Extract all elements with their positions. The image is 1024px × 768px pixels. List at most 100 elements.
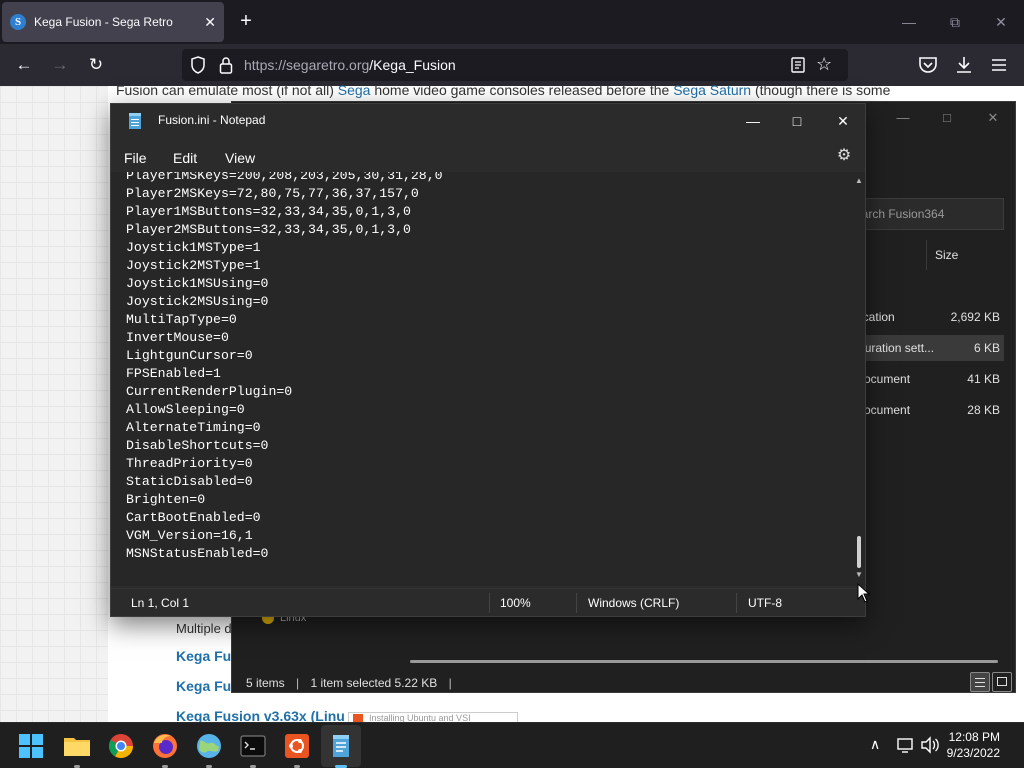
cursor-position: Ln 1, Col 1 [131, 596, 190, 610]
text-line: Brighten=0 [126, 492, 206, 507]
text-line: Joystick1MSUsing=0 [126, 276, 269, 291]
notepad-maximize-icon[interactable]: □ [777, 108, 817, 134]
status-separator: | [448, 676, 452, 690]
reader-view-icon[interactable] [790, 56, 806, 74]
file-row[interactable]: Text Document 41 KB [830, 366, 1004, 392]
notepad-minimize-icon[interactable]: — [733, 108, 773, 134]
notepad-title: Fusion.ini - Notepad [158, 113, 266, 127]
tiles-view-icon[interactable] [992, 672, 1012, 692]
scroll-up-arrow-icon[interactable]: ▲ [854, 176, 864, 185]
file-size: 2,692 KB [950, 310, 1000, 324]
clock-time: 12:08 PM [948, 730, 1000, 744]
firefox-icon[interactable] [150, 731, 180, 768]
browser-close-icon[interactable]: ✕ [986, 10, 1016, 34]
notepad-vertical-scrollbar[interactable]: ▲ ▼ [853, 172, 865, 586]
sega-link[interactable]: Sega [338, 82, 371, 98]
url-domain: https://segaretro.org [244, 57, 370, 73]
intro-paragraph: Fusion can emulate most (if not all) Seg… [116, 82, 890, 98]
details-view-icon[interactable] [970, 672, 990, 692]
file-row-selected[interactable]: Configuration sett... 6 KB [830, 335, 1004, 361]
notepad-app-icon [129, 113, 141, 129]
sega-retro-favicon-icon: S [10, 14, 26, 30]
notepad-status-bar: Ln 1, Col 1 100% Windows (CRLF) UTF-8 [111, 588, 865, 616]
column-header-size[interactable]: Size [926, 240, 1006, 270]
lock-icon[interactable] [218, 56, 234, 74]
download-link-2[interactable]: Kega Fu [176, 678, 231, 694]
bookmark-star-icon[interactable]: ☆ [816, 54, 832, 75]
tab-close-icon[interactable]: ✕ [204, 14, 216, 31]
ubuntu-icon[interactable] [282, 731, 312, 768]
explorer-maximize-icon[interactable]: □ [932, 106, 962, 130]
file-row[interactable]: Text Document 28 KB [830, 397, 1004, 423]
multiple-text: Multiple d [176, 621, 232, 636]
file-explorer-icon[interactable] [62, 731, 92, 768]
browser-nav-bar: ← → ↻ https://segaretro.org/Kega_Fusion … [0, 44, 1024, 86]
tracking-shield-icon[interactable] [190, 56, 206, 74]
intro-text-start: Fusion can emulate most (if not all) [116, 82, 338, 98]
maps-icon[interactable] [194, 731, 224, 768]
terminal-icon[interactable] [238, 731, 268, 768]
hamburger-menu-icon[interactable] [990, 56, 1008, 74]
text-line: StaticDisabled=0 [126, 474, 253, 489]
chrome-icon[interactable] [106, 731, 136, 761]
file-size: 41 KB [967, 372, 1000, 386]
text-line: ThreadPriority=0 [126, 456, 253, 471]
show-hidden-icons-chevron-icon[interactable]: ∧ [870, 736, 880, 753]
text-line: DisableShortcuts=0 [126, 438, 269, 453]
mouse-cursor-icon [857, 583, 871, 603]
notepad-text-area[interactable]: Player1MSKeys=200,208,203,205,30,31,28,0… [111, 172, 853, 586]
text-line: CartBootEnabled=0 [126, 510, 261, 525]
text-line: Player1MSButtons=32,33,34,35,0,1,3,0 [126, 204, 411, 219]
notepad-close-icon[interactable]: ✕ [823, 108, 863, 134]
system-clock[interactable]: 12:08 PM 9/23/2022 [944, 729, 1000, 761]
text-line: FPSEnabled=1 [126, 366, 221, 381]
tab-title: Kega Fusion - Sega Retro [34, 15, 173, 29]
status-selected-info: 1 item selected 5.22 KB [310, 676, 438, 690]
explorer-search-input[interactable]: Search Fusion364 [852, 198, 1004, 230]
sega-saturn-link[interactable]: Sega Saturn [673, 82, 751, 98]
explorer-horizontal-scrollbar[interactable] [410, 660, 998, 663]
explorer-close-icon[interactable]: ✕ [978, 106, 1008, 130]
intro-text-mid: home video game consoles released before… [370, 82, 674, 98]
text-line: AlternateTiming=0 [126, 420, 261, 435]
browser-tab[interactable]: S Kega Fusion - Sega Retro ✕ [2, 2, 224, 42]
url-text[interactable]: https://segaretro.org/Kega_Fusion [244, 57, 456, 73]
menu-file[interactable]: File [124, 150, 147, 166]
menu-view[interactable]: View [225, 150, 255, 166]
back-arrow-icon[interactable]: ← [12, 53, 36, 77]
text-line: Player2MSKeys=72,80,75,77,36,37,157,0 [126, 186, 419, 201]
text-line: LightgunCursor=0 [126, 348, 253, 363]
download-link-1[interactable]: Kega Fu [176, 648, 231, 664]
menu-edit[interactable]: Edit [173, 150, 197, 166]
taskbar: ∧ 12:08 PM 9/23/2022 [0, 722, 1024, 768]
scroll-thumb[interactable] [857, 536, 861, 568]
forward-arrow-icon[interactable]: → [48, 53, 72, 77]
pocket-icon[interactable] [918, 56, 938, 74]
text-line: InvertMouse=0 [126, 330, 229, 345]
url-bar[interactable]: https://segaretro.org/Kega_Fusion ☆ [182, 49, 848, 81]
explorer-minimize-icon[interactable]: — [888, 106, 918, 130]
text-line: Joystick1MSType=1 [126, 240, 261, 255]
text-line: AllowSleeping=0 [126, 402, 245, 417]
clock-date: 9/23/2022 [946, 746, 1000, 760]
browser-restore-icon[interactable]: ⧉ [940, 10, 970, 34]
text-line: Player2MSButtons=32,33,34,35,0,1,3,0 [126, 222, 411, 237]
file-row[interactable]: Application2,692 KB [836, 304, 1004, 330]
downloads-icon[interactable] [954, 55, 974, 75]
start-icon[interactable] [18, 733, 44, 759]
browser-tab-bar: S Kega Fusion - Sega Retro ✕ + — ⧉ ✕ [0, 0, 1024, 44]
intro-text-end: (though there is some [751, 82, 891, 98]
browser-minimize-icon[interactable]: — [894, 10, 924, 34]
notepad-icon[interactable] [326, 731, 356, 768]
volume-icon[interactable] [920, 736, 940, 754]
settings-gear-icon[interactable]: ⚙ [835, 147, 853, 165]
status-divider [489, 593, 490, 613]
zoom-level: 100% [500, 596, 531, 610]
reload-icon[interactable]: ↻ [84, 53, 108, 77]
file-size: 6 KB [973, 341, 1000, 355]
network-icon[interactable] [896, 736, 916, 754]
scroll-down-arrow-icon[interactable]: ▼ [854, 570, 864, 579]
notepad-title-bar[interactable]: Fusion.ini - Notepad — □ ✕ [111, 104, 865, 138]
status-divider [576, 593, 577, 613]
new-tab-button[interactable]: + [234, 10, 258, 34]
